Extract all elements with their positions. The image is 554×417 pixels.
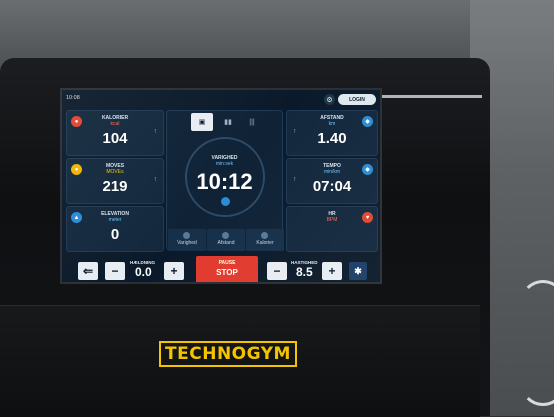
metric-moves[interactable]: ● MOVES MOVEs 219 ↑ (66, 158, 164, 204)
pause-stop-button[interactable]: PAUSE STOP (196, 256, 258, 282)
tab-label: Afstand (217, 240, 235, 246)
metric-elevation[interactable]: ▲ ELEVATION meter 0 (66, 206, 164, 252)
metric-value: 104 (102, 130, 128, 147)
duration-value: 10:12 (196, 169, 253, 194)
incline-plus-button[interactable]: + (164, 262, 184, 280)
metric-unit: MOVEs (106, 169, 124, 175)
view-single-button[interactable]: ▣ (191, 113, 213, 131)
clock-icon (183, 232, 190, 239)
tab-afstand[interactable]: Afstand (207, 229, 245, 251)
metric-unit: km (328, 121, 336, 127)
pause-label: PAUSE (218, 260, 236, 266)
display-screen: 10:08 ⚙ LOGIN ● KALORIER kcal 104 ↑ ● MO… (60, 88, 382, 284)
arrow-up-icon: ↑ (293, 176, 297, 183)
metric-unit: BPM (326, 217, 338, 223)
tab-varighed[interactable]: Varighed (168, 229, 206, 251)
bluetooth-button[interactable]: ✱ (349, 262, 367, 280)
back-button[interactable]: ⇐ (78, 262, 98, 280)
view-columns-button[interactable]: ||| (241, 113, 263, 131)
arrow-up-icon: ↑ (153, 176, 158, 183)
arrow-up-icon: ↑ (153, 128, 158, 135)
cable (520, 280, 554, 406)
view-bars-button[interactable]: ▮▮ (217, 113, 239, 131)
metric-unit: min/km (323, 169, 341, 175)
stop-label: STOP (216, 268, 238, 277)
metric-value: 1.40 (317, 130, 347, 147)
metric-value: 07:04 (312, 178, 352, 195)
clock-icon (221, 197, 230, 206)
arrow-up-icon: ↑ (293, 128, 297, 135)
metric-pace[interactable]: ◆ TEMPO min/km 07:04 ↑ (286, 158, 378, 204)
settings-gear-icon[interactable]: ⚙ (324, 94, 335, 105)
clock: 10:08 (66, 95, 80, 101)
technogym-logo: TECHNOGYM (159, 339, 297, 369)
incline-minus-button[interactable]: − (105, 262, 125, 280)
duration-unit: min:sek (215, 161, 234, 167)
flame-icon (261, 232, 268, 239)
metric-calories[interactable]: ● KALORIER kcal 104 ↑ (66, 110, 164, 156)
speed-minus-button[interactable]: − (267, 262, 287, 280)
metric-distance[interactable]: ◆ AFSTAND km 1.40 ↑ (286, 110, 378, 156)
tab-label: Varighed (177, 240, 197, 246)
tab-label: Kalorier (256, 240, 274, 246)
metric-value: 219 (102, 178, 128, 195)
distance-icon (222, 232, 229, 239)
login-button[interactable]: LOGIN (338, 94, 376, 105)
tab-kalorier[interactable]: Kalorier (246, 229, 284, 251)
speed-value: 8.5 (296, 265, 313, 279)
light-reflection (382, 95, 482, 98)
speed-plus-button[interactable]: + (322, 262, 342, 280)
metric-unit: meter (108, 217, 122, 223)
metric-unit: kcal (110, 121, 120, 127)
metric-value: 0 (110, 226, 120, 243)
incline-value: 0.0 (135, 265, 152, 279)
metric-heart-rate[interactable]: ♥ HR BPM (286, 206, 378, 252)
